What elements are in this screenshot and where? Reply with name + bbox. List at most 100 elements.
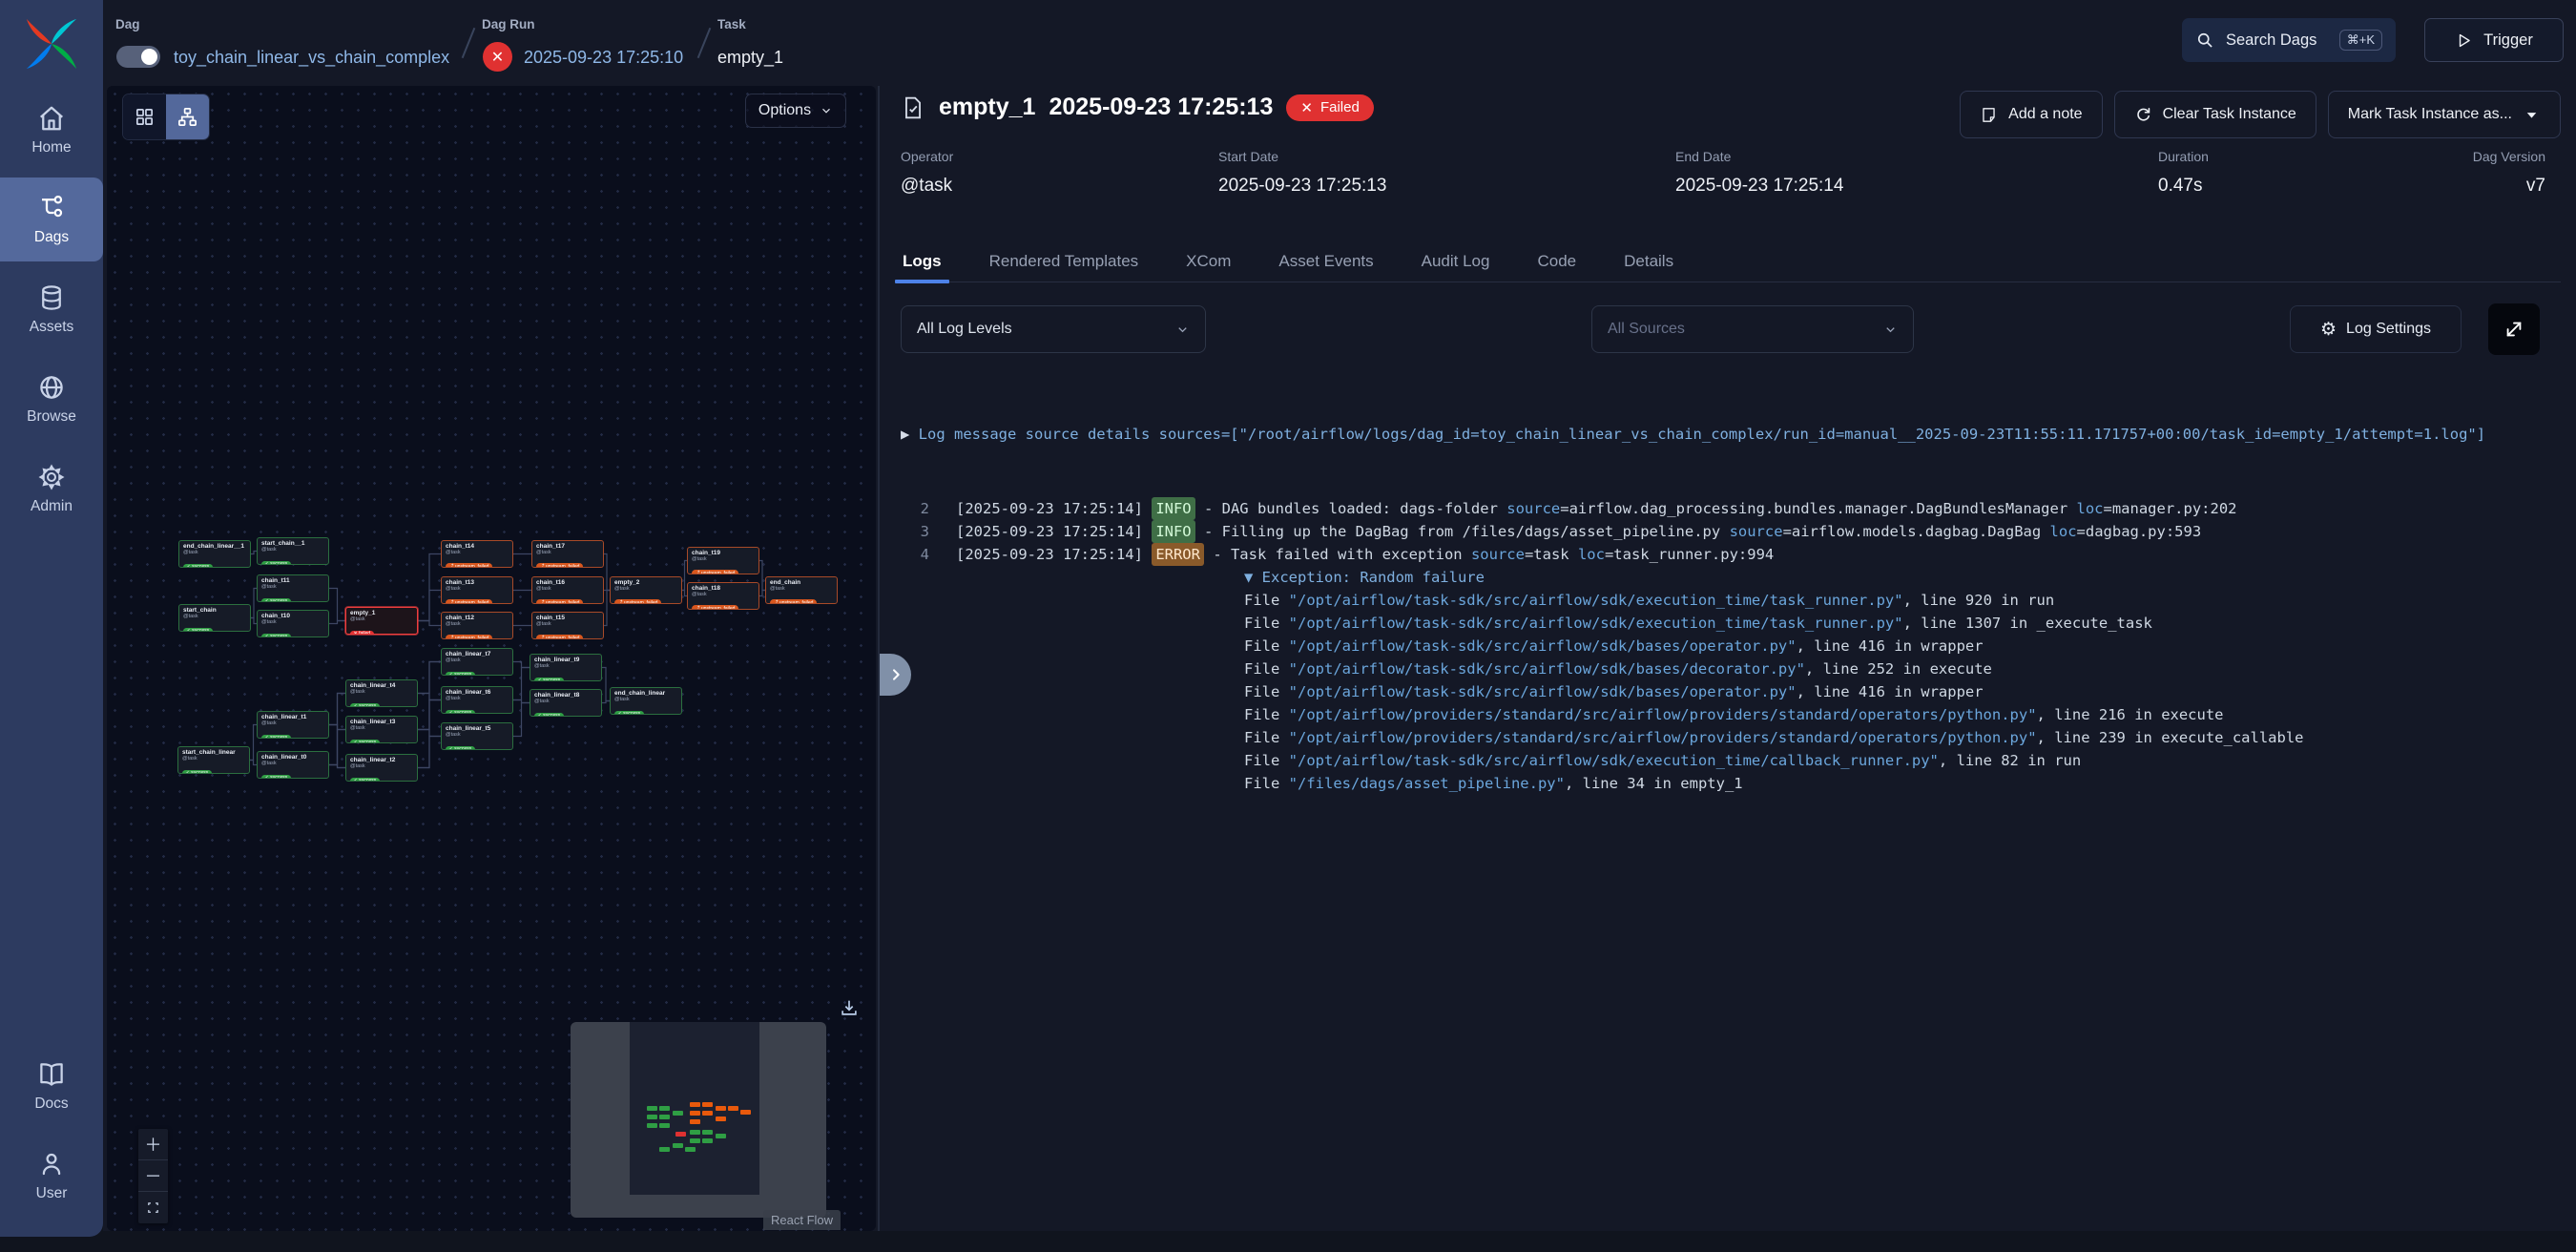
graph-options-button[interactable]: Options — [745, 94, 846, 128]
graph-node-chain_linear_t5[interactable]: chain_linear_t5@task✓ success — [441, 722, 513, 750]
graph-minimap[interactable] — [571, 1022, 826, 1218]
sidebar-item-label: Admin — [31, 498, 73, 515]
add-a-note-button[interactable]: Add a note — [1960, 91, 2102, 138]
log-source-select[interactable]: All Sources — [1591, 305, 1914, 353]
dag-pause-toggle[interactable] — [116, 46, 160, 68]
sidebar-item-label: User — [36, 1185, 68, 1202]
sidebar-item-assets[interactable]: Assets — [0, 267, 103, 351]
sidebar-item-user[interactable]: User — [0, 1134, 103, 1218]
graph-node-chain_t12[interactable]: chain_t12@task⤴ upstream_failed — [441, 612, 513, 639]
airflow-logo[interactable] — [0, 0, 103, 88]
stack-frame: File "/opt/airflow/task-sdk/src/airflow/… — [1244, 612, 2565, 635]
node-status-badge: ⤴ upstream_failed — [692, 570, 738, 575]
sidebar-item-home[interactable]: Home — [0, 88, 103, 172]
sidebar-item-browse[interactable]: Browse — [0, 357, 103, 441]
tab-asset-events[interactable]: Asset Events — [1277, 240, 1375, 282]
graph-node-end_chain_linear[interactable]: end_chain_linear@task✓ success — [610, 687, 682, 715]
node-status-badge: ✓ success — [350, 740, 380, 744]
tab-logs[interactable]: Logs — [901, 240, 944, 282]
fit-view-button[interactable] — [138, 1192, 168, 1223]
node-operator: @task — [183, 550, 246, 555]
node-operator: @task — [446, 621, 509, 627]
tab-audit-log[interactable]: Audit Log — [1420, 240, 1492, 282]
trigger-button[interactable]: Trigger — [2424, 18, 2564, 62]
tab-details[interactable]: Details — [1622, 240, 1675, 282]
breadcrumb-dag-run-label: Dag Run — [482, 17, 535, 31]
graph-node-start_chain[interactable]: start_chain@task✓ success — [178, 604, 251, 632]
meta-end-date: End Date2025-09-23 17:25:14 — [1675, 149, 1843, 197]
task-status-badge: ✕ Failed — [1286, 94, 1373, 121]
toggle-knob — [141, 49, 157, 65]
task-instance-panel: empty_1 2025-09-23 17:25:13 ✕ Failed Add… — [897, 86, 2576, 1231]
graph-node-chain_t17[interactable]: chain_t17@task⤴ upstream_failed — [531, 540, 604, 568]
node-operator: @task — [692, 556, 755, 562]
breadcrumb-task-label: Task — [717, 17, 746, 31]
graph-node-chain_t11[interactable]: chain_t11@task✓ success — [257, 574, 329, 602]
graph-node-empty_2[interactable]: empty_2@task⤴ upstream_failed — [610, 576, 682, 604]
breadcrumb-dag-run-value[interactable]: 2025-09-23 17:25:10 — [524, 48, 683, 68]
graph-node-start_chain__1[interactable]: start_chain__1@task✓ success — [257, 537, 329, 565]
graph-node-chain_t13[interactable]: chain_t13@task⤴ upstream_failed — [441, 576, 513, 604]
node-operator: @task — [446, 550, 509, 555]
node-operator: @task — [534, 699, 597, 704]
graph-node-empty_1[interactable]: empty_1@task✕ failed — [345, 607, 418, 635]
graph-node-start_chain_linear[interactable]: start_chain_linear@task✓ success — [177, 746, 250, 774]
exception-title[interactable]: ▼ Exception: Random failure — [1244, 566, 2565, 589]
graph-node-chain_t15[interactable]: chain_t15@task⤴ upstream_failed — [531, 612, 604, 639]
graph-node-chain_t14[interactable]: chain_t14@task⤴ upstream_failed — [441, 540, 513, 568]
graph-node-chain_linear_t6[interactable]: chain_linear_t6@task✓ success — [441, 686, 513, 714]
node-status-badge: ⤴ upstream_failed — [536, 599, 583, 605]
graph-node-chain_t10[interactable]: chain_t10@task✓ success — [257, 610, 329, 637]
fit-view-icon — [146, 1200, 160, 1215]
log-source-details-line[interactable]: ▶ Log message source details sources=["/… — [901, 423, 2565, 446]
graph-node-chain_linear_t0[interactable]: chain_linear_t0@task✓ success — [257, 751, 329, 779]
graph-node-chain_linear_t4[interactable]: chain_linear_t4@task✓ success — [345, 679, 418, 707]
graph-node-chain_linear_t3[interactable]: chain_linear_t3@task✓ success — [345, 716, 418, 743]
fullscreen-log-button[interactable] — [2488, 303, 2540, 355]
play-icon — [2455, 31, 2473, 50]
graph-zoom-controls: ＋ － — [138, 1129, 168, 1223]
graph-node-end_chain[interactable]: end_chain@task⤴ upstream_failed — [765, 576, 838, 604]
mark-task-instance-as-button[interactable]: Mark Task Instance as... — [2328, 91, 2561, 138]
graph-node-chain_t19[interactable]: chain_t19@task⤴ upstream_failed — [687, 547, 759, 574]
minimap-node — [685, 1147, 696, 1152]
sidebar-item-admin[interactable]: Admin — [0, 447, 103, 531]
sidebar-item-docs[interactable]: Docs — [0, 1044, 103, 1128]
node-status-badge: ⤴ upstream_failed — [446, 599, 492, 605]
breadcrumb-dag-name[interactable]: toy_chain_linear_vs_chain_complex — [174, 48, 449, 68]
airflow-pinwheel-icon — [22, 14, 81, 73]
clear-task-instance-button[interactable]: Clear Task Instance — [2114, 91, 2316, 138]
graph-node-chain_t18[interactable]: chain_t18@task⤴ upstream_failed — [687, 582, 759, 610]
search-shortcut: ⌘+K — [2339, 30, 2382, 51]
task-tabs: Logs Rendered Templates XCom Asset Events Au… — [897, 240, 2561, 282]
sidebar-item-dags[interactable]: Dags — [0, 177, 103, 261]
log-level-badge: INFO — [1152, 520, 1195, 543]
graph-view-button[interactable] — [166, 94, 209, 139]
graph-node-chain_linear_t8[interactable]: chain_linear_t8@task✓ success — [530, 689, 602, 717]
graph-node-chain_linear_t2[interactable]: chain_linear_t2@task✓ success — [345, 754, 418, 782]
graph-node-chain_linear_t7[interactable]: chain_linear_t7@task✓ success — [441, 648, 513, 676]
redo-icon — [2134, 106, 2152, 124]
graph-node-end_chain_linear__1[interactable]: end_chain_linear__1@task✓ success — [178, 540, 251, 568]
options-label: Options — [758, 102, 811, 119]
zoom-in-button[interactable]: ＋ — [138, 1129, 168, 1160]
node-operator: @task — [692, 592, 755, 597]
dag-graph-panel: end_chain_linear__1@task✓ successstart_c… — [107, 86, 876, 1231]
download-graph-button[interactable] — [832, 991, 866, 1025]
meta-duration: Duration0.47s — [2158, 149, 2209, 197]
log-level-select[interactable]: All Log Levels — [901, 305, 1206, 353]
graph-node-chain_t16[interactable]: chain_t16@task⤴ upstream_failed — [531, 576, 604, 604]
node-operator: @task — [350, 763, 413, 769]
node-operator: @task — [536, 550, 599, 555]
tab-code[interactable]: Code — [1535, 240, 1578, 282]
tab-rendered-templates[interactable]: Rendered Templates — [987, 240, 1141, 282]
grid-view-button[interactable] — [123, 94, 166, 139]
graph-node-chain_linear_t1[interactable]: chain_linear_t1@task✓ success — [257, 711, 329, 739]
node-status-badge: ✓ success — [261, 775, 291, 780]
log-settings-button[interactable]: ⚙ Log Settings — [2290, 305, 2462, 353]
tab-xcom[interactable]: XCom — [1184, 240, 1233, 282]
docs-icon — [37, 1060, 66, 1089]
zoom-out-button[interactable]: － — [138, 1160, 168, 1192]
graph-node-chain_linear_t9[interactable]: chain_linear_t9@task✓ success — [530, 654, 602, 681]
search-dags-button[interactable]: Search Dags ⌘+K — [2182, 18, 2396, 62]
